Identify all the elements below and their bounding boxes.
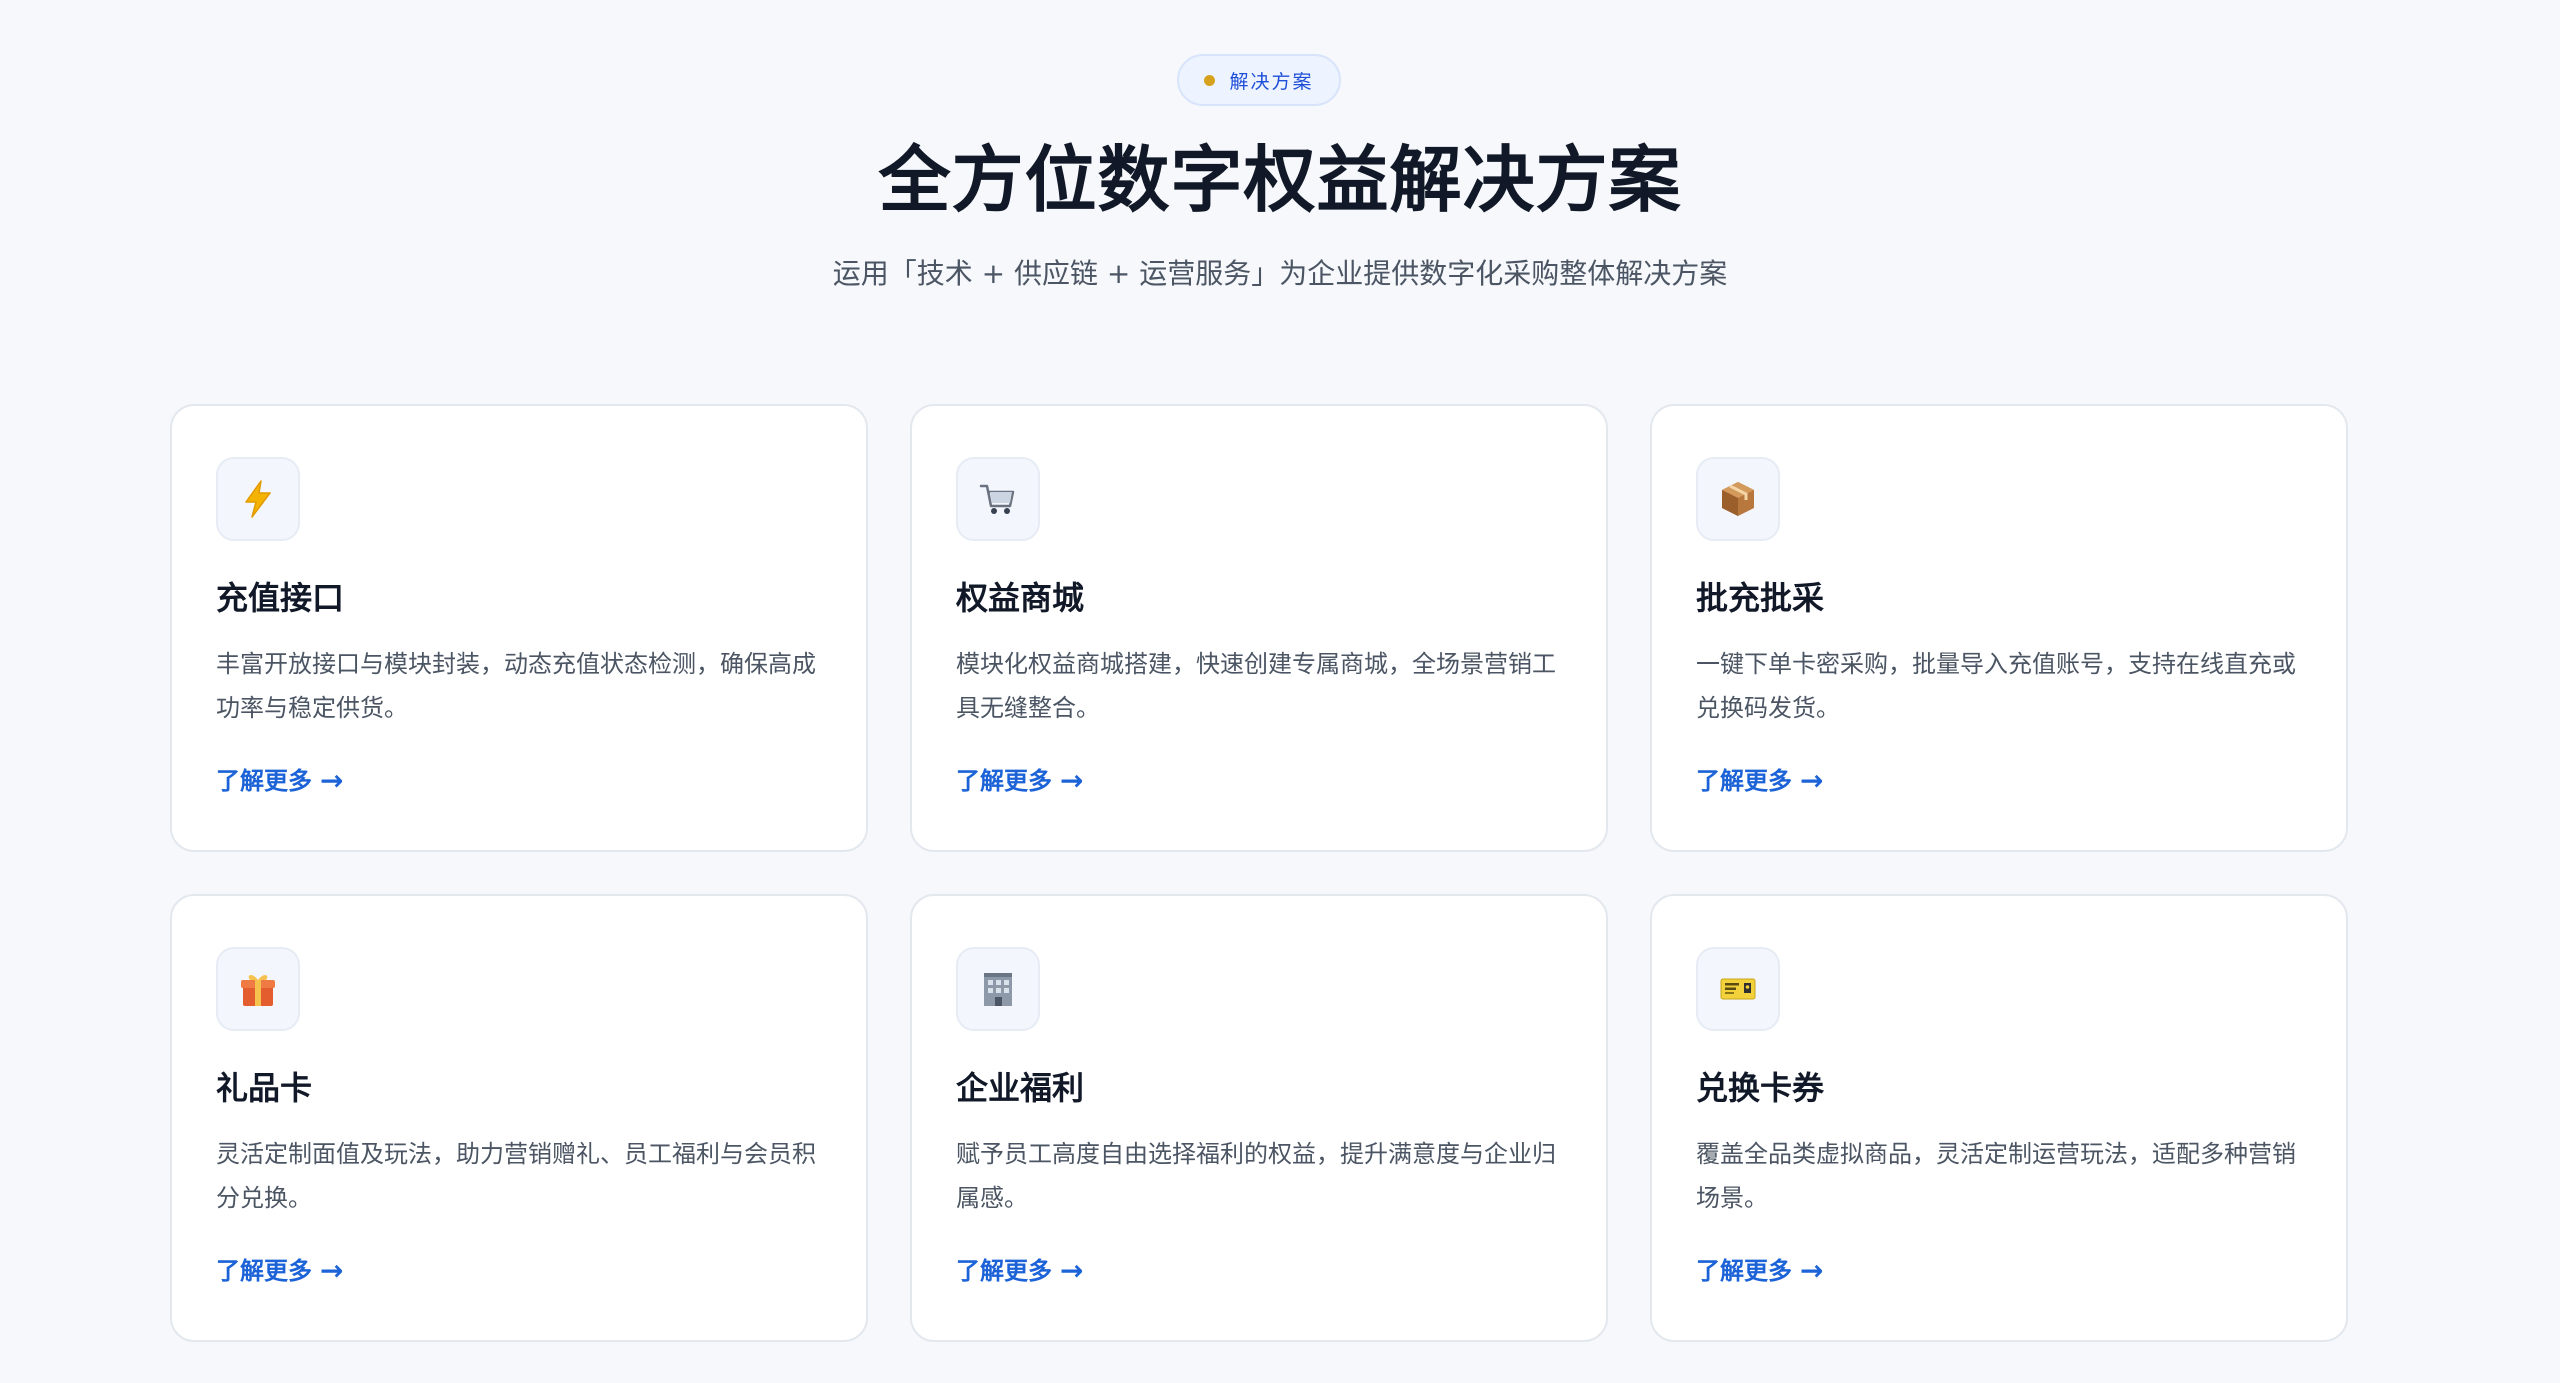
arrow-right-icon: →: [320, 764, 344, 797]
card-title: 批充批采: [1696, 579, 1825, 617]
learn-more-link[interactable]: 了解更多 →: [1696, 1253, 1823, 1289]
card-description: 覆盖全品类虚拟商品，灵活定制运营玩法，适配多种营销场景。: [1696, 1140, 2296, 1212]
learn-more-label: 了解更多: [956, 767, 1052, 795]
card-title: 权益商城: [956, 579, 1085, 617]
card-description: 灵活定制面值及玩法，助力营销赠礼、员工福利与会员积分兑换。: [216, 1140, 816, 1212]
card-description: 丰富开放接口与模块封装，动态充值状态检测，确保高成功率与稳定供货。: [216, 650, 816, 722]
solution-card-grid: 充值接口 丰富开放接口与模块封装，动态充值状态检测，确保高成功率与稳定供货。 了…: [170, 404, 2348, 1342]
learn-more-label: 了解更多: [1696, 767, 1792, 795]
shopping-cart-icon: [956, 457, 1040, 541]
card-description: 一键下单卡密采购，批量导入充值账号，支持在线直充或兑换码发货。: [1696, 650, 2296, 722]
badge-label: 解决方案: [1229, 70, 1314, 93]
arrow-right-icon: →: [320, 1254, 344, 1287]
learn-more-label: 了解更多: [1696, 1257, 1792, 1285]
arrow-right-icon: →: [1800, 764, 1824, 797]
learn-more-label: 了解更多: [216, 767, 312, 795]
learn-more-link[interactable]: 了解更多 →: [956, 763, 1083, 799]
section-badge: 解决方案: [1177, 54, 1341, 106]
solution-card-gift-card[interactable]: 礼品卡 灵活定制面值及玩法，助力营销赠礼、员工福利与会员积分兑换。 了解更多 →: [170, 894, 868, 1342]
package-icon: [1696, 457, 1780, 541]
solution-card-bulk-purchase[interactable]: 批充批采 一键下单卡密采购，批量导入充值账号，支持在线直充或兑换码发货。 了解更…: [1650, 404, 2348, 852]
ticket-icon: [1696, 947, 1780, 1031]
solution-card-recharge-api[interactable]: 充值接口 丰富开放接口与模块封装，动态充值状态检测，确保高成功率与稳定供货。 了…: [170, 404, 868, 852]
arrow-right-icon: →: [1060, 1254, 1084, 1287]
card-description: 赋予员工高度自由选择福利的权益，提升满意度与企业归属感。: [956, 1140, 1556, 1212]
arrow-right-icon: →: [1800, 1254, 1824, 1287]
solutions-section: 解决方案 全方位数字权益解决方案 运用「技术 + 供应链 + 运营服务」为企业提…: [0, 0, 2560, 1383]
learn-more-label: 了解更多: [956, 1257, 1052, 1285]
lightning-icon: [216, 457, 300, 541]
card-description: 模块化权益商城搭建，快速创建专属商城，全场景营销工具无缝整合。: [956, 650, 1556, 722]
solution-card-employee-benefits[interactable]: 企业福利 赋予员工高度自由选择福利的权益，提升满意度与企业归属感。 了解更多 →: [910, 894, 1608, 1342]
solution-card-redemption-voucher[interactable]: 兑换卡券 覆盖全品类虚拟商品，灵活定制运营玩法，适配多种营销场景。 了解更多 →: [1650, 894, 2348, 1342]
arrow-right-icon: →: [1060, 764, 1084, 797]
card-title: 充值接口: [216, 579, 345, 617]
gift-icon: [216, 947, 300, 1031]
office-building-icon: [956, 947, 1040, 1031]
page-subtitle: 运用「技术 + 供应链 + 运营服务」为企业提供数字化采购整体解决方案: [832, 257, 1728, 290]
page-title: 全方位数字权益解决方案: [878, 138, 1682, 222]
card-title: 企业福利: [956, 1069, 1085, 1107]
card-title: 兑换卡券: [1696, 1069, 1825, 1107]
learn-more-link[interactable]: 了解更多 →: [956, 1253, 1083, 1289]
learn-more-link[interactable]: 了解更多 →: [216, 763, 343, 799]
learn-more-link[interactable]: 了解更多 →: [1696, 763, 1823, 799]
learn-more-link[interactable]: 了解更多 →: [216, 1253, 343, 1289]
card-title: 礼品卡: [216, 1069, 313, 1107]
learn-more-label: 了解更多: [216, 1257, 312, 1285]
solution-card-rights-mall[interactable]: 权益商城 模块化权益商城搭建，快速创建专属商城，全场景营销工具无缝整合。 了解更…: [910, 404, 1608, 852]
badge-dot: [1204, 74, 1216, 86]
